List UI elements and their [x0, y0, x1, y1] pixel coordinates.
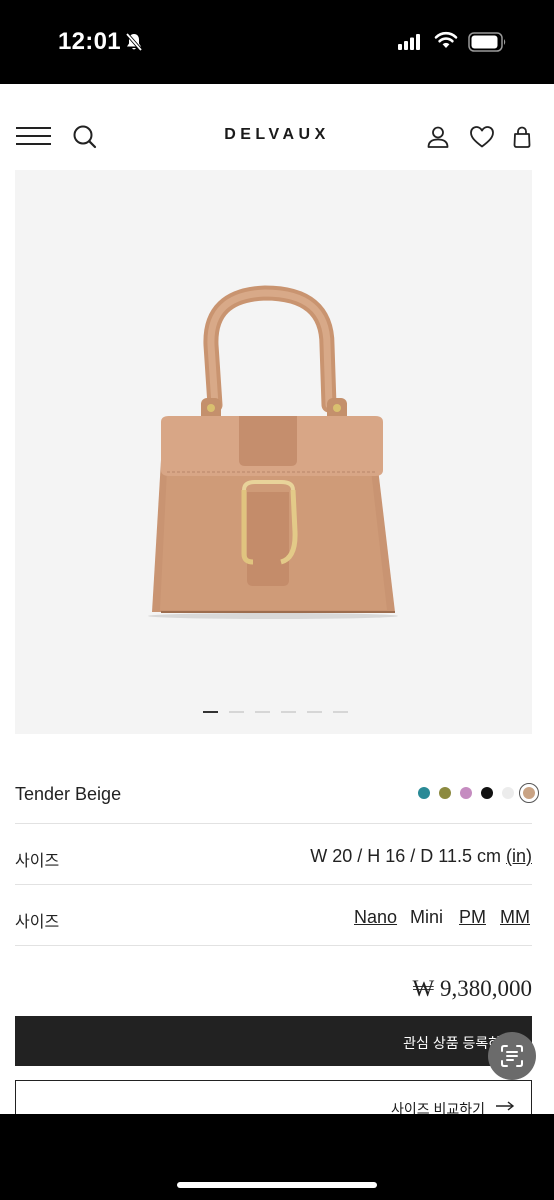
divider: [15, 945, 532, 946]
dimensions-text: W 20 / H 16 / D 11.5 cm: [310, 846, 501, 866]
color-swatch[interactable]: [502, 787, 514, 799]
top-nav: DELVAUX: [0, 84, 554, 170]
home-indicator[interactable]: [177, 1182, 377, 1188]
divider: [15, 823, 532, 824]
color-swatch[interactable]: [460, 787, 472, 799]
color-swatches: [412, 783, 539, 803]
size-option-pm[interactable]: PM: [459, 907, 486, 928]
price: ₩ 9,380,000: [412, 976, 532, 1001]
compare-button-label: 사이즈 비교하기: [390, 1101, 485, 1114]
status-time: 12:01: [58, 28, 121, 55]
size-option-mm[interactable]: MM: [500, 907, 530, 928]
color-swatch[interactable]: [439, 787, 451, 799]
heart-icon[interactable]: [469, 125, 495, 149]
wifi-icon: [434, 31, 458, 48]
carousel-indicators: [15, 711, 532, 715]
product-image[interactable]: [15, 170, 532, 734]
carousel-dot[interactable]: [203, 711, 218, 713]
carousel-dot[interactable]: [333, 711, 348, 713]
size-option-nano[interactable]: Nano: [354, 907, 397, 928]
shopping-bag-icon[interactable]: [512, 125, 532, 149]
status-bar: 12:01: [0, 0, 554, 84]
signal-icon: [398, 34, 420, 50]
handbag-illustration: [148, 285, 398, 619]
carousel-dot[interactable]: [255, 711, 270, 713]
size-label: 사이즈: [15, 914, 60, 931]
color-swatch[interactable]: [481, 787, 493, 799]
bell-off-icon: [125, 32, 143, 52]
carousel-dot[interactable]: [281, 711, 296, 713]
dimensions-label: 사이즈: [15, 853, 60, 870]
dimensions-value: W 20 / H 16 / D 11.5 cm (in): [310, 846, 532, 867]
add-to-wishlist-button[interactable]: 관심 상품 등록하기: [15, 1016, 532, 1066]
carousel-dot[interactable]: [229, 711, 244, 713]
inch-toggle-link[interactable]: (in): [506, 846, 532, 866]
color-swatch[interactable]: [523, 787, 535, 799]
user-icon[interactable]: [426, 125, 450, 149]
divider: [15, 884, 532, 885]
bottom-bar: [0, 1114, 554, 1200]
compare-sizes-button[interactable]: 사이즈 비교하기: [15, 1080, 532, 1114]
text-scan-icon[interactable]: [488, 1032, 536, 1080]
battery-icon: [468, 32, 506, 52]
product-page: DELVAUX Tender Beige 사이즈 W 20 / H 16 / D…: [0, 84, 554, 1114]
arrow-right-icon: [496, 1101, 515, 1111]
carousel-dot[interactable]: [307, 711, 322, 713]
size-option-mini[interactable]: Mini: [410, 907, 443, 928]
color-swatch[interactable]: [418, 787, 430, 799]
